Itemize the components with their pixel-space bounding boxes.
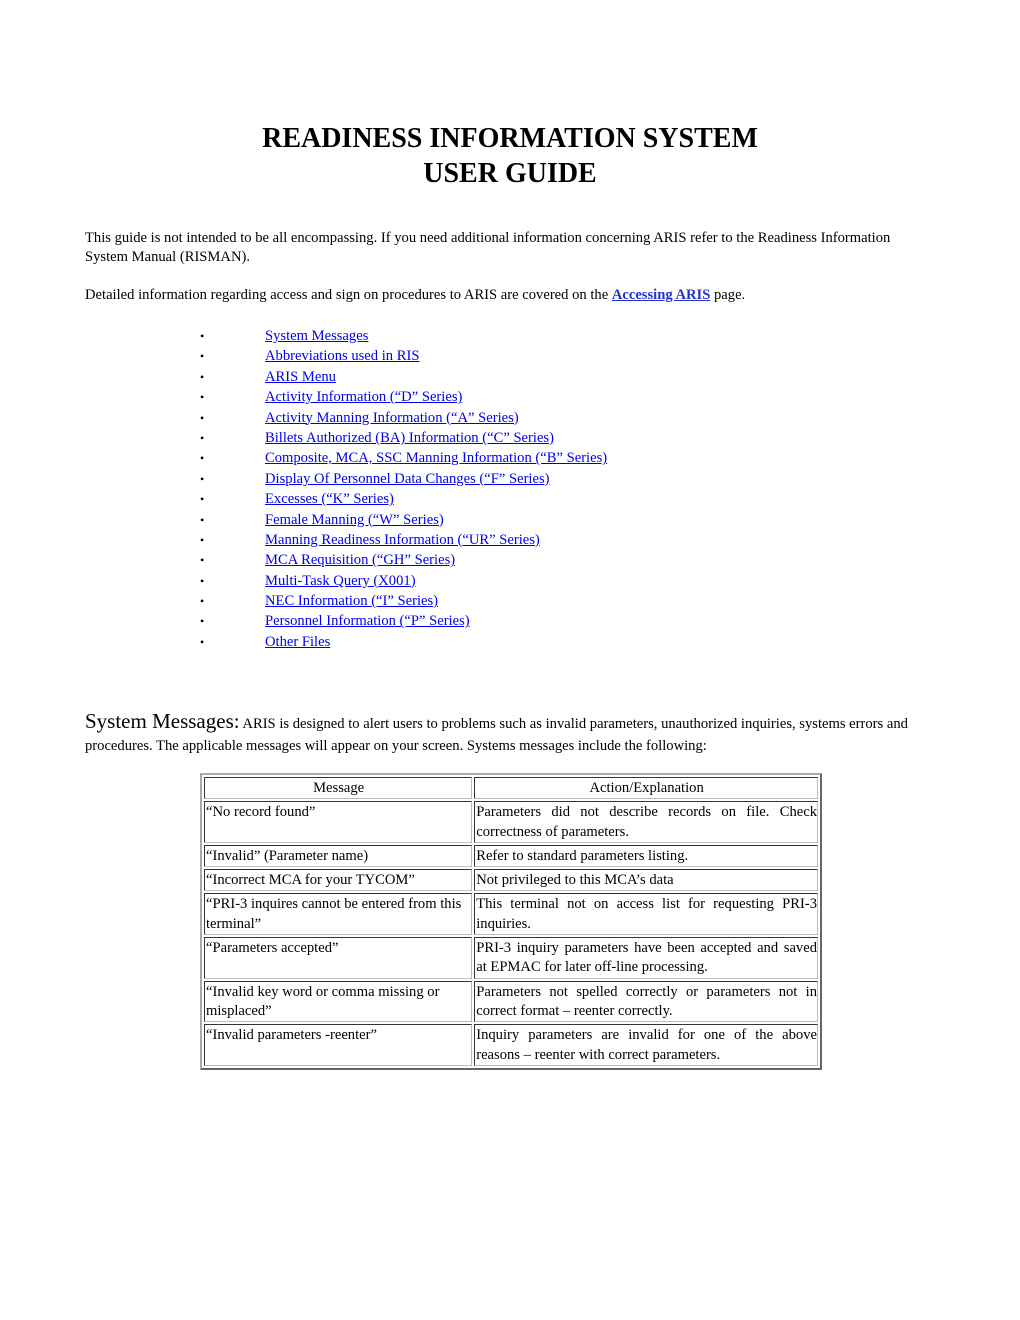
header-message: Message [204, 777, 473, 800]
message-cell: “PRI-3 inquires cannot be entered from t… [204, 893, 473, 936]
toc-link-system-messages[interactable]: System Messages [265, 328, 368, 344]
toc-link-activity-information[interactable]: Activity Information (“D” Series) [265, 389, 462, 405]
bullet-icon: • [200, 390, 205, 405]
title-line-2: USER GUIDE [423, 158, 597, 189]
table-of-contents: • System Messages • Abbreviations used in … [200, 326, 607, 652]
message-cell: “Invalid parameters -reenter” [204, 1024, 473, 1066]
toc-item: • MCA Requisition (“GH” Series) [200, 550, 607, 570]
toc-link-composite-manning[interactable]: Composite, MCA, SSC Manning Information … [265, 450, 607, 466]
bullet-icon: • [200, 410, 205, 425]
table-row: “Incorrect MCA for your TYCOM” Not privi… [204, 869, 818, 892]
toc-item: • Composite, MCA, SSC Manning Information… [200, 448, 607, 468]
toc-item: • Multi-Task Query (X001) [200, 571, 607, 591]
toc-item: • Billets Authorized (BA) Information (“C… [200, 428, 607, 448]
bullet-icon: • [200, 532, 205, 547]
explanation-cell: PRI-3 inquiry parameters have been accep… [474, 937, 818, 979]
bullet-icon: • [200, 492, 205, 507]
explanation-cell: Inquiry parameters are invalid for one o… [474, 1024, 818, 1066]
accessing-aris-link[interactable]: Accessing ARIS [612, 287, 711, 303]
toc-item: • Activity Manning Information (“A” Serie… [200, 408, 607, 428]
table-row: “Invalid” (Parameter name) Refer to stan… [204, 844, 818, 868]
toc-link-multi-task-query[interactable]: Multi-Task Query (X001) [265, 573, 416, 589]
toc-link-female-manning[interactable]: Female Manning (“W” Series) [265, 512, 444, 528]
message-cell: “Invalid” (Parameter name) [204, 844, 473, 868]
bullet-icon: • [200, 634, 205, 649]
bullet-icon: • [200, 451, 205, 466]
table-row: “Parameters accepted” PRI-3 inquiry para… [204, 937, 818, 979]
toc-item: • System Messages [200, 326, 607, 346]
explanation-cell: Parameters not spelled correctly or para… [474, 980, 818, 1023]
bullet-icon: • [200, 553, 205, 568]
toc-link-personnel-data-changes[interactable]: Display Of Personnel Data Changes (“F” S… [265, 471, 550, 487]
message-cell: “No record found” [204, 801, 473, 843]
toc-link-abbreviations[interactable]: Abbreviations used in RIS [265, 348, 419, 364]
access-text-after: page. [710, 287, 746, 303]
bullet-icon: • [200, 430, 205, 445]
table-row: “No record found” Parameters did not des… [204, 801, 818, 843]
title-line-1: READINESS INFORMATION SYSTEM [262, 123, 758, 154]
bullet-icon: • [200, 614, 205, 629]
table-row: “Invalid key word or comma missing or mi… [204, 980, 818, 1023]
toc-link-other-files[interactable]: Other Files [265, 634, 330, 650]
table-header-row: Message Action/Explanation [204, 777, 818, 800]
bullet-icon: • [200, 369, 205, 384]
system-messages-table: Message Action/Explanation “No record fo… [200, 773, 822, 1070]
toc-item: • Abbreviations used in RIS [200, 346, 607, 366]
toc-item: • Manning Readiness Information (“UR” Ser… [200, 530, 607, 550]
toc-link-activity-manning[interactable]: Activity Manning Information (“A” Series… [265, 410, 519, 426]
bullet-icon: • [200, 349, 205, 364]
bullet-icon: • [200, 512, 205, 527]
explanation-cell: This terminal not on access list for req… [474, 893, 818, 936]
system-messages-section: System Messages: ARIS is designed to ale… [85, 710, 935, 757]
toc-item: • Other Files [200, 632, 607, 652]
bullet-icon: • [200, 573, 205, 588]
toc-item: • Personnel Information (“P” Series) [200, 611, 607, 631]
toc-link-billets-authorized[interactable]: Billets Authorized (BA) Information (“C”… [265, 430, 554, 446]
explanation-cell: Not privileged to this MCA’s data [474, 869, 818, 892]
header-action-explanation: Action/Explanation [474, 777, 818, 800]
intro-paragraph: This guide is not intended to be all enc… [85, 230, 891, 265]
message-cell: “Invalid key word or comma missing or mi… [204, 980, 473, 1023]
toc-link-nec-information[interactable]: NEC Information (“I” Series) [265, 593, 438, 609]
access-paragraph: Detailed information regarding access an… [85, 286, 935, 305]
message-cell: “Incorrect MCA for your TYCOM” [204, 869, 473, 892]
toc-item: • NEC Information (“I” Series) [200, 591, 607, 611]
explanation-cell: Refer to standard parameters listing. [474, 844, 818, 868]
explanation-cell: Parameters did not describe records on f… [474, 801, 818, 843]
toc-link-manning-readiness[interactable]: Manning Readiness Information (“UR” Seri… [265, 532, 540, 548]
toc-link-mca-requisition[interactable]: MCA Requisition (“GH” Series) [265, 552, 455, 568]
message-cell: “Parameters accepted” [204, 937, 473, 979]
toc-item: • Female Manning (“W” Series) [200, 510, 607, 530]
toc-link-aris-menu[interactable]: ARIS Menu [265, 369, 336, 385]
toc-item: • Display Of Personnel Data Changes (“F” … [200, 469, 607, 489]
toc-link-personnel-information[interactable]: Personnel Information (“P” Series) [265, 613, 470, 629]
toc-link-excesses[interactable]: Excesses (“K” Series) [265, 491, 394, 507]
system-messages-heading: System Messages: [85, 709, 240, 733]
document-title: READINESS INFORMATION SYSTEM USER GUIDE [85, 121, 935, 191]
toc-item: • Excesses (“K” Series) [200, 489, 607, 509]
toc-item: • ARIS Menu [200, 367, 607, 387]
bullet-icon: • [200, 471, 205, 486]
access-text-before: Detailed information regarding access an… [85, 287, 612, 303]
toc-item: • Activity Information (“D” Series) [200, 387, 607, 407]
table-row: “PRI-3 inquires cannot be entered from t… [204, 893, 818, 936]
bullet-icon: • [200, 329, 205, 343]
bullet-icon: • [200, 594, 205, 609]
table-row: “Invalid parameters -reenter” Inquiry pa… [204, 1024, 818, 1066]
